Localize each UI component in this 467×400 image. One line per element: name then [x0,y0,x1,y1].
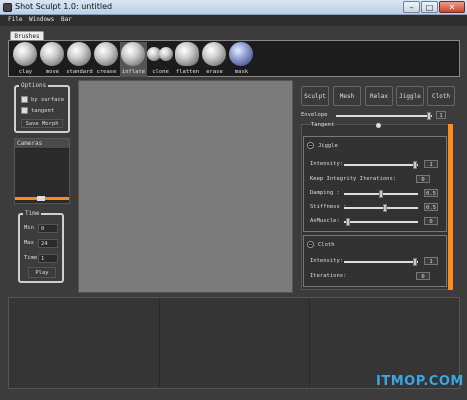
jiggle-intensity-label: Intensity: [310,161,344,167]
time-label: Time [24,255,38,261]
asmuscle-slider[interactable] [344,218,418,226]
brush-mask[interactable]: mask [228,42,255,77]
save-morph-button[interactable]: Save Morph [21,119,63,128]
tab-brushes[interactable]: Brushes [10,31,44,40]
jiggle-intensity-value[interactable]: 1 [424,160,438,168]
viewport[interactable] [78,80,293,293]
brush-inflate-icon [121,42,145,66]
damping-thumb[interactable] [379,190,383,198]
asmuscle-label: AsMuscle: [310,218,340,224]
time-legend: Time [23,210,42,217]
envelope-label: Envelope [301,112,328,118]
divider [159,298,160,388]
envelope-value[interactable]: 1 [436,111,446,119]
by-surface-checkbox[interactable] [21,96,28,103]
cloth-intensity-value[interactable]: 1 [424,257,438,265]
divider [309,298,310,388]
brush-flatten-icon [175,42,199,66]
envelope-slider-track[interactable] [336,112,432,120]
min-field[interactable]: 0 [38,224,58,233]
minimize-button[interactable]: – [403,1,420,13]
brush-erase-icon [202,42,226,66]
menu-bar-item[interactable]: Bar [61,16,72,23]
watermark: ITMOP.COM [376,374,464,389]
damping-slider[interactable] [344,190,418,198]
brush-clone-icon [159,47,173,61]
app-icon [3,3,12,12]
jiggle-title: Jiggle [318,143,338,149]
stiffness-label: Stiffness : [310,204,347,210]
tab-sculpt[interactable]: Sculpt [301,86,329,106]
properties-scrollbar[interactable] [448,124,453,290]
by-surface-label: by surface [31,97,65,103]
cloth-intensity-slider[interactable] [344,258,418,266]
jiggle-intensity-thumb[interactable] [413,161,417,169]
cloth-iterations-value[interactable]: 0 [416,272,430,280]
brush-mask-icon [229,42,253,66]
brush-strip: clay move standard crease inflate clone … [8,40,460,77]
cloth-collapse-icon[interactable]: − [307,241,314,248]
jiggle-section: − Jiggle Intensity: 1 Keep Integrity Ite… [303,136,447,232]
brush-label: mask [234,69,249,75]
jiggle-intensity-slider[interactable] [344,161,418,169]
options-group: Options by surface tangent Save Morph [14,82,70,133]
cloth-title: Cloth [318,242,335,248]
brush-crease-icon [94,42,118,66]
menu-windows[interactable]: Windows [29,16,54,23]
tangent-checkbox[interactable] [21,107,28,114]
tab-relax[interactable]: Relax [365,86,393,106]
tangent-row-label: Tangent [311,122,335,128]
damping-label: Damping : [310,190,340,196]
envelope-slider-thumb[interactable] [427,112,431,120]
maximize-button[interactable]: □ [421,1,438,13]
title-bar: Shot Sculpt 1.0: untitled – □ ✕ [0,0,467,15]
cameras-scroll-thumb[interactable] [37,196,45,201]
max-label: Max [24,240,34,246]
asmuscle-value[interactable]: 0 [424,217,438,225]
menu-bar: File Windows Bar [0,15,467,26]
tab-mesh[interactable]: Mesh [333,86,361,106]
stiffness-thumb[interactable] [382,204,387,212]
stiffness-slider[interactable] [344,204,418,212]
keep-integrity-value[interactable]: 0 [416,175,430,183]
play-button[interactable]: Play [28,267,56,278]
stiffness-value[interactable]: 0.5 [424,203,438,211]
asmuscle-thumb[interactable] [345,218,350,226]
properties-scroll-thumb[interactable] [448,124,453,290]
brush-move-icon [40,42,64,66]
min-label: Min [24,225,34,231]
tab-cloth[interactable]: Cloth [427,86,455,106]
close-button[interactable]: ✕ [439,1,465,13]
time-group: Time Min 0 Max 24 Time 1 Play [18,210,64,283]
cameras-panel: Cameras [14,138,70,204]
cloth-iterations-label: Iterations: [310,273,347,279]
cloth-intensity-label: Intensity: [310,258,344,264]
cloth-section: − Cloth Intensity: 1 Iterations: 0 [303,235,447,287]
menu-file[interactable]: File [8,16,22,23]
cameras-header: Cameras [15,139,69,149]
tangent-label: tangent [31,108,55,114]
damping-value[interactable]: 0.5 [424,189,438,197]
tangent-indicator [376,123,381,128]
brush-clay-icon [13,42,37,66]
keep-integrity-label: Keep Integrity Iterations: [310,176,397,182]
options-legend: Options [19,82,49,89]
time-field[interactable]: 1 [38,254,58,263]
tab-jiggle[interactable]: Jiggle [396,86,424,106]
window-title: Shot Sculpt 1.0: untitled [15,2,113,11]
jiggle-collapse-icon[interactable]: − [307,142,314,149]
cloth-intensity-thumb[interactable] [413,258,417,266]
brush-standard-icon [67,42,91,66]
max-field[interactable]: 24 [38,239,58,248]
